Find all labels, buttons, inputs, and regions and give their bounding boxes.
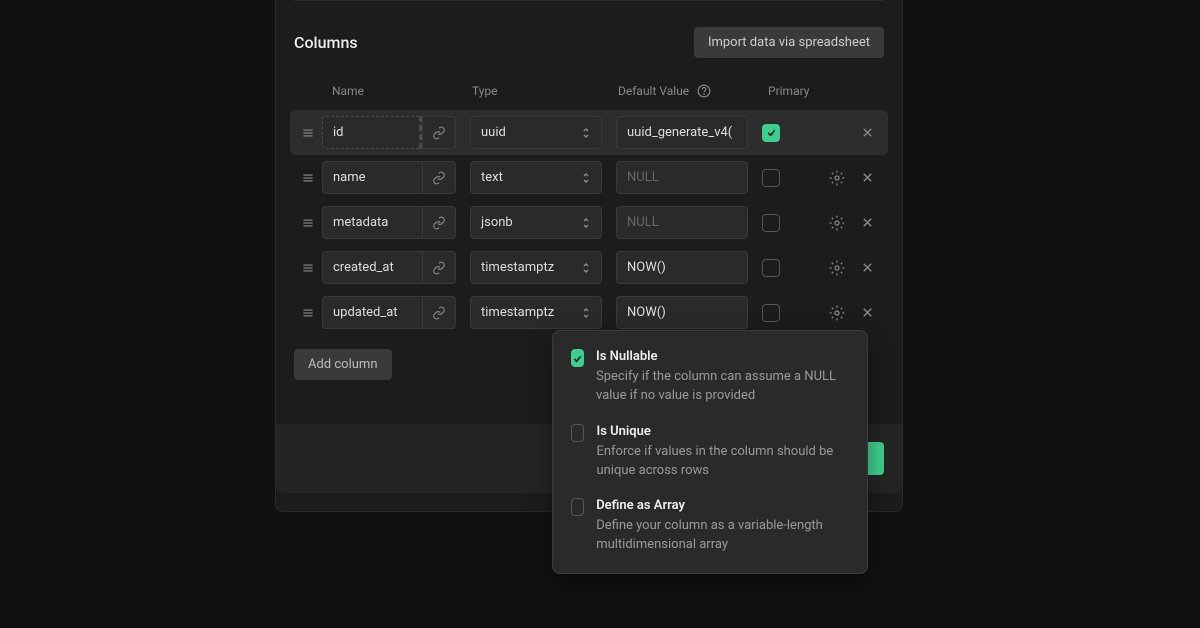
close-icon[interactable] bbox=[858, 304, 876, 322]
column-name-input[interactable] bbox=[322, 296, 422, 329]
header-primary: Primary bbox=[756, 84, 816, 98]
popover-option[interactable]: Define as Array Define your column as a v… bbox=[571, 498, 849, 555]
column-headers: Name Type Default Value Primary bbox=[290, 76, 888, 110]
primary-checkbox[interactable] bbox=[762, 124, 780, 142]
close-icon[interactable] bbox=[858, 124, 876, 142]
drag-handle-icon[interactable] bbox=[294, 216, 322, 230]
close-icon[interactable] bbox=[858, 214, 876, 232]
popover-option[interactable]: Is Nullable Specify if the column can ass… bbox=[571, 349, 849, 406]
option-checkbox[interactable] bbox=[571, 424, 584, 442]
help-icon[interactable] bbox=[695, 82, 713, 100]
column-name-input[interactable] bbox=[322, 116, 422, 149]
import-spreadsheet-button[interactable]: Import data via spreadsheet bbox=[694, 27, 884, 58]
column-type-select[interactable]: jsonb bbox=[470, 206, 602, 239]
chevron-updown-icon bbox=[581, 216, 591, 230]
primary-checkbox[interactable] bbox=[762, 304, 780, 322]
option-title: Define as Array bbox=[596, 498, 849, 513]
option-checkbox[interactable] bbox=[571, 349, 584, 367]
header-name: Name bbox=[322, 84, 462, 98]
add-column-button[interactable]: Add column bbox=[294, 349, 392, 380]
close-icon[interactable] bbox=[858, 169, 876, 187]
foreign-key-button[interactable] bbox=[422, 296, 456, 329]
foreign-key-button[interactable] bbox=[422, 116, 456, 149]
drag-handle-icon[interactable] bbox=[294, 171, 322, 185]
primary-checkbox[interactable] bbox=[762, 214, 780, 232]
column-name-input[interactable] bbox=[322, 206, 422, 239]
primary-checkbox[interactable] bbox=[762, 169, 780, 187]
gear-icon[interactable] bbox=[828, 169, 846, 187]
column-row: timestamptz bbox=[290, 245, 888, 290]
drag-handle-icon[interactable] bbox=[294, 126, 322, 140]
default-value-input[interactable] bbox=[616, 161, 748, 194]
header-type: Type bbox=[462, 84, 608, 98]
default-value-input[interactable] bbox=[616, 206, 748, 239]
column-type-select[interactable]: timestamptz bbox=[470, 296, 602, 329]
column-settings-popover: Is Nullable Specify if the column can ass… bbox=[552, 330, 868, 574]
gear-icon[interactable] bbox=[828, 214, 846, 232]
column-row: uuid bbox=[290, 110, 888, 155]
option-desc: Enforce if values in the column should b… bbox=[596, 443, 849, 481]
column-type-select[interactable]: text bbox=[470, 161, 602, 194]
close-icon[interactable] bbox=[858, 259, 876, 277]
drag-handle-icon[interactable] bbox=[294, 306, 322, 320]
gear-icon[interactable] bbox=[828, 304, 846, 322]
option-desc: Specify if the column can assume a NULL … bbox=[596, 368, 849, 406]
column-row: text bbox=[290, 155, 888, 200]
foreign-key-button[interactable] bbox=[422, 206, 456, 239]
gear-icon[interactable] bbox=[828, 259, 846, 277]
default-value-input[interactable] bbox=[616, 116, 748, 149]
default-value-input[interactable] bbox=[616, 296, 748, 329]
column-name-input[interactable] bbox=[322, 251, 422, 284]
column-row: jsonb bbox=[290, 200, 888, 245]
popover-option[interactable]: Is Unique Enforce if values in the column… bbox=[571, 424, 849, 481]
column-type-select[interactable]: timestamptz bbox=[470, 251, 602, 284]
drag-handle-icon[interactable] bbox=[294, 261, 322, 275]
chevron-updown-icon bbox=[581, 261, 591, 275]
section-title: Columns bbox=[294, 33, 358, 52]
header-default: Default Value bbox=[618, 84, 689, 98]
foreign-key-button[interactable] bbox=[422, 161, 456, 194]
column-type-select[interactable]: uuid bbox=[470, 116, 602, 149]
foreign-key-button[interactable] bbox=[422, 251, 456, 284]
chevron-updown-icon bbox=[581, 306, 591, 320]
option-checkbox[interactable] bbox=[571, 498, 584, 516]
column-row: timestamptz bbox=[290, 290, 888, 335]
option-desc: Define your column as a variable-length … bbox=[596, 517, 849, 555]
column-name-input[interactable] bbox=[322, 161, 422, 194]
option-title: Is Nullable bbox=[596, 349, 849, 364]
primary-checkbox[interactable] bbox=[762, 259, 780, 277]
chevron-updown-icon bbox=[581, 126, 591, 140]
chevron-updown-icon bbox=[581, 171, 591, 185]
option-title: Is Unique bbox=[596, 424, 849, 439]
default-value-input[interactable] bbox=[616, 251, 748, 284]
